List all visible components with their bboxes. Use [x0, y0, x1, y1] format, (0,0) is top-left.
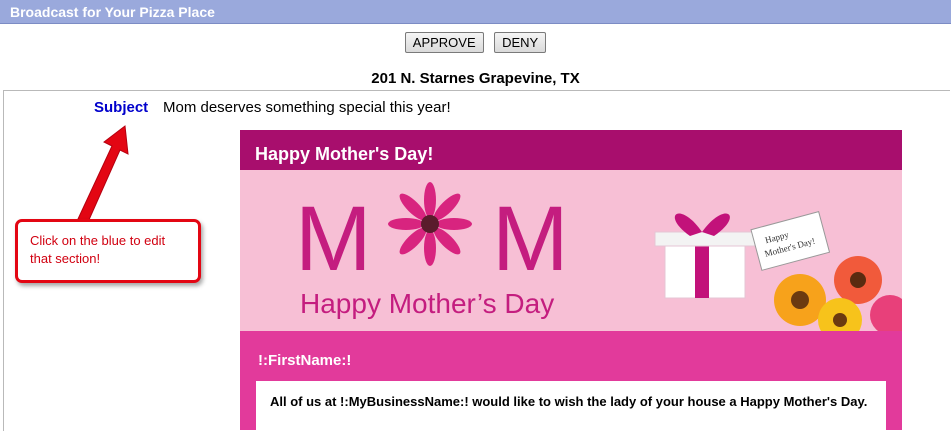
callout-arrow	[77, 125, 129, 223]
instruction-callout: Click on the blue to edit that section!	[15, 219, 201, 283]
